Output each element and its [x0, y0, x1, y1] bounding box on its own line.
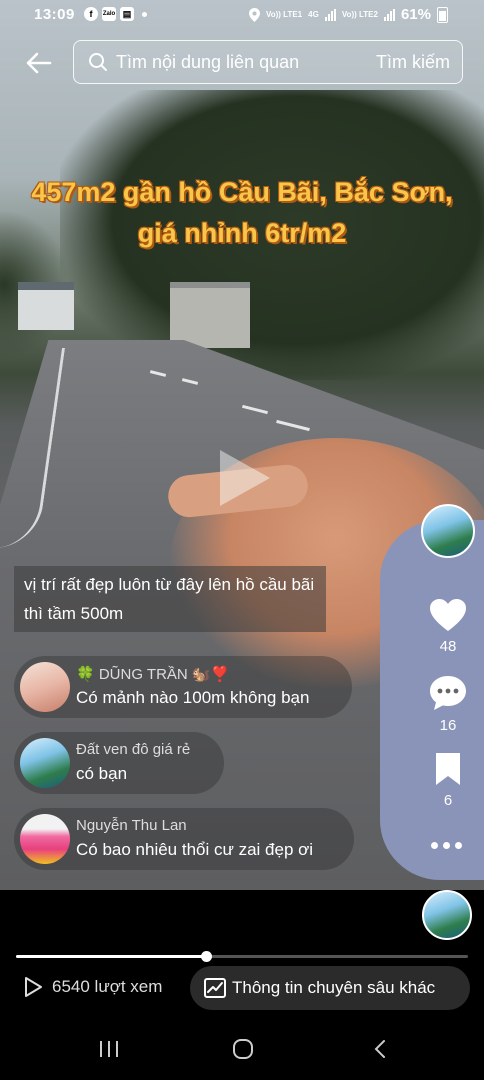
video-overlay-title: 457m2 gần hồ Cầu Bãi, Bắc Sơn, giá nhỉnh… — [31, 177, 453, 248]
comment-item[interactable]: 🍀 DŨNG TRẦN 🐿️❣️ Có mảnh nào 100m không … — [14, 656, 352, 718]
author-avatar[interactable] — [421, 504, 475, 558]
action-column: 48 16 6 — [421, 504, 475, 809]
more-info-button[interactable]: Thông tin chuyên sâu khác — [190, 966, 470, 1010]
play-icon[interactable] — [214, 446, 274, 510]
comment-text: có bạn — [76, 764, 128, 783]
location-icon — [248, 7, 260, 22]
bookmark-icon — [436, 753, 460, 785]
search-placeholder[interactable]: Tìm nội dung liên quan — [116, 52, 299, 73]
comment-text: Có bao nhiêu thổi cư zai đẹp ơi — [76, 840, 314, 859]
search-box[interactable]: Tìm nội dung liên quan Tìm kiếm — [73, 40, 463, 84]
more-options-icon[interactable] — [431, 842, 462, 849]
status-right: Vo)) LTE1 4G Vo)) LTE2 61% — [248, 6, 448, 23]
back-icon[interactable] — [370, 1038, 392, 1060]
top-bar: Tìm nội dung liên quan Tìm kiếm — [0, 40, 484, 86]
house-center — [170, 282, 250, 348]
back-arrow-icon[interactable] — [24, 48, 54, 78]
battery-icon — [437, 6, 448, 23]
comment-count: 16 — [439, 717, 457, 734]
commenter-name[interactable]: Nguyễn Thu Lan — [76, 817, 187, 834]
view-count: 6540 lượt xem — [22, 976, 162, 998]
signal-icon — [383, 8, 395, 21]
progress-fill — [16, 955, 206, 958]
comment-text: Có mảnh nào 100m không bạn — [76, 688, 310, 707]
save-button[interactable]: 6 — [434, 752, 462, 809]
commenter-name[interactable]: Đất ven đô giá rẻ — [76, 741, 190, 758]
view-count-text: 6540 lượt xem — [52, 977, 163, 996]
video-caption: vị trí rất đẹp luôn từ đây lên hồ cầu bã… — [14, 566, 326, 632]
home-icon[interactable] — [232, 1038, 254, 1060]
more-notifications-dot — [142, 11, 147, 17]
like-button[interactable]: 48 — [429, 598, 467, 655]
recent-apps-icon[interactable] — [98, 1038, 120, 1060]
network-lte1: Vo)) LTE1 — [265, 9, 303, 19]
network-4g: 4G — [308, 9, 319, 19]
zalo-icon: Zalo — [102, 7, 116, 21]
save-count: 6 — [443, 792, 453, 809]
system-nav-bar — [0, 1020, 484, 1080]
comment-item[interactable]: Đất ven đô giá rẻ có bạn — [14, 732, 224, 794]
facebook-icon: f — [84, 7, 98, 21]
search-icon — [89, 53, 107, 71]
commenter-avatar[interactable] — [20, 738, 70, 788]
status-bar: 13:09 f Zalo ▤ Vo)) LTE1 4G Vo)) LTE2 61… — [0, 0, 484, 30]
more-info-label: Thông tin chuyên sâu khác — [232, 978, 436, 997]
house-left — [18, 282, 74, 330]
chart-icon — [204, 978, 226, 998]
music-disc-avatar[interactable] — [422, 890, 472, 940]
commenter-avatar[interactable] — [20, 662, 70, 712]
play-outline-icon — [25, 977, 42, 997]
commenter-name[interactable]: 🍀 DŨNG TRẦN 🐿️❣️ — [76, 665, 229, 683]
comment-button[interactable]: 16 — [429, 675, 467, 734]
search-button[interactable]: Tìm kiếm — [376, 52, 450, 73]
commenter-avatar[interactable] — [20, 814, 70, 864]
comment-item[interactable]: Nguyễn Thu Lan Có bao nhiêu thổi cư zai … — [14, 808, 354, 870]
comment-bubble-icon — [430, 676, 466, 710]
network-lte2: Vo)) LTE2 — [341, 9, 378, 19]
heart-icon — [430, 599, 466, 631]
like-count: 48 — [439, 638, 457, 655]
status-time: 13:09 — [34, 6, 75, 23]
progress-handle[interactable] — [200, 951, 212, 962]
news-icon: ▤ — [120, 7, 134, 21]
notification-icons: f Zalo ▤ — [84, 7, 147, 21]
progress-bar[interactable] — [16, 951, 468, 962]
battery-percent: 61% — [400, 6, 431, 23]
signal-icon — [324, 8, 336, 21]
